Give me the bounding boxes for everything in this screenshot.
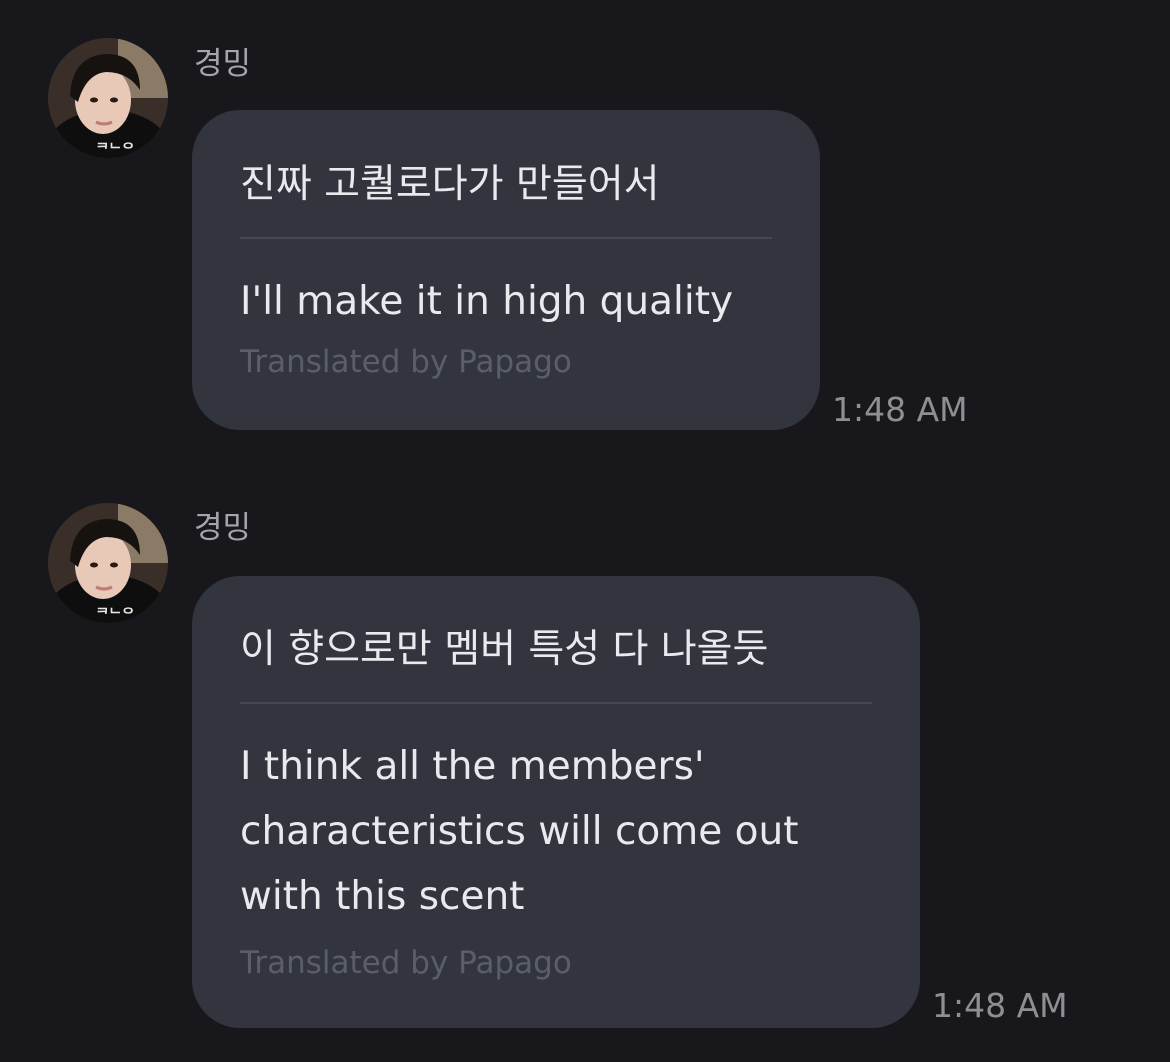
svg-text:ᄏᄂᄋ: ᄏᄂᄋ: [96, 607, 135, 623]
message-row: ᄏᄂᄋ 경밍 이 향으로만 멤버 특성 다 나올듯 I think all th…: [0, 0, 1170, 1062]
message-bubble[interactable]: 이 향으로만 멤버 특성 다 나올듯 I think all the membe…: [192, 576, 920, 1028]
translator-credit: Translated by Papago: [240, 945, 572, 981]
message-timestamp: 1:48 AM: [932, 986, 1068, 1025]
profile-photo-icon: ᄏᄂᄋ: [48, 503, 168, 623]
original-message-text: 이 향으로만 멤버 특성 다 나올듯: [240, 627, 769, 672]
translated-message-text: I think all the members' characteristics…: [240, 744, 799, 919]
sender-name: 경밍: [194, 510, 252, 546]
translation-divider: [240, 702, 872, 704]
avatar[interactable]: ᄏᄂᄋ: [48, 503, 168, 623]
